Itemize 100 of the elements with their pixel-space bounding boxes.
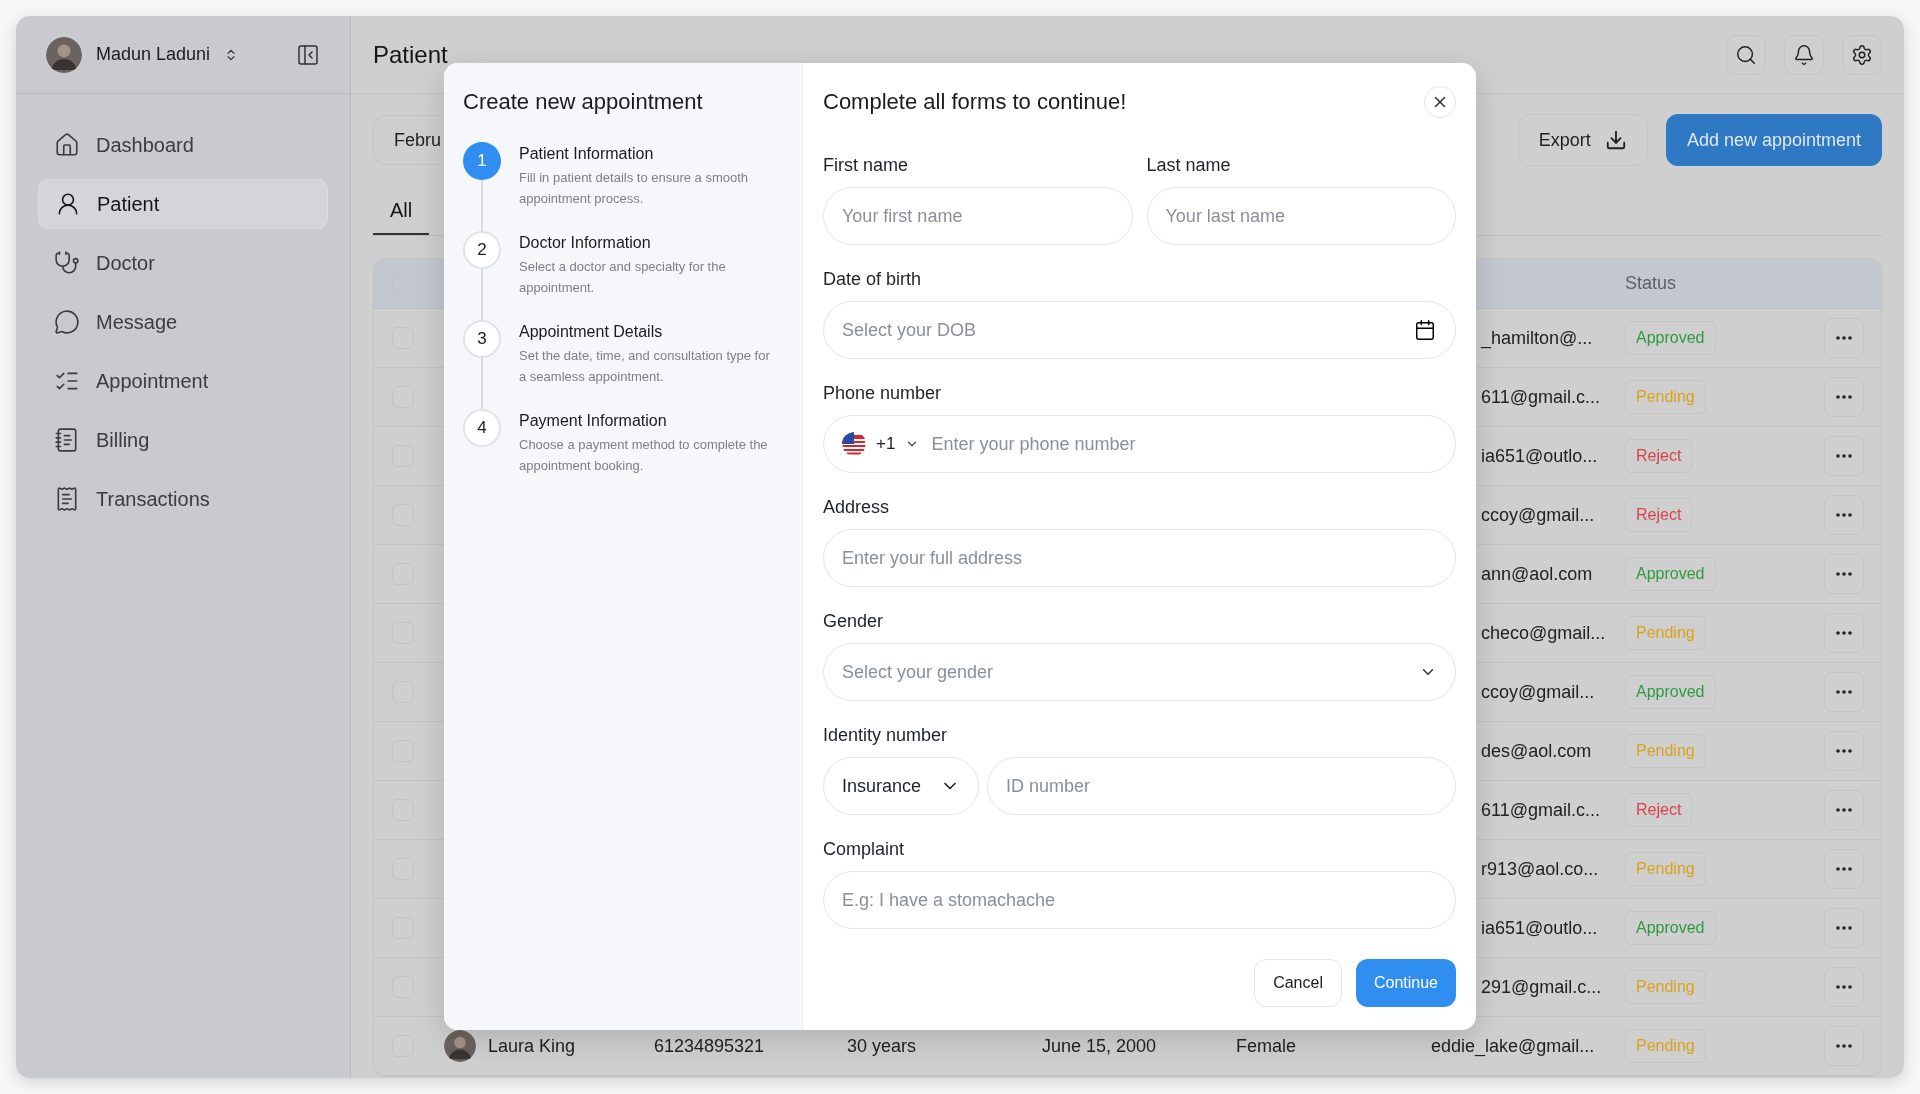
ellipsis-icon bbox=[1835, 631, 1852, 635]
stethoscope-icon bbox=[54, 250, 80, 276]
table-cell: 61234895321 bbox=[654, 1035, 765, 1056]
status-badge: Approved bbox=[1625, 321, 1716, 355]
form-title: Complete all forms to continue! bbox=[823, 88, 1127, 116]
table-cell: ia651@outlo... bbox=[1481, 445, 1598, 466]
field-label: Phone number bbox=[823, 382, 943, 404]
status-badge: Pending bbox=[1625, 734, 1706, 768]
nav-item[interactable]: Transactions bbox=[38, 474, 328, 524]
last-name-field[interactable]: Your last name bbox=[1146, 187, 1456, 245]
patient-avatar bbox=[444, 1030, 476, 1062]
table-cell: 611@gmail.c... bbox=[1481, 386, 1600, 407]
tab[interactable]: All bbox=[373, 195, 430, 235]
ellipsis-icon bbox=[1835, 513, 1852, 517]
ellipsis-icon bbox=[1835, 985, 1852, 989]
step-title: Appointment Details bbox=[519, 322, 664, 342]
add-appointment-button[interactable]: Add new appointment bbox=[1665, 114, 1882, 166]
more-button[interactable] bbox=[1823, 554, 1864, 594]
more-button[interactable] bbox=[1823, 790, 1864, 830]
status-badge: Approved bbox=[1625, 675, 1716, 709]
table-cell-text: Laura King bbox=[488, 1034, 576, 1058]
ellipsis-icon bbox=[1835, 336, 1852, 340]
ellipsis-icon bbox=[1835, 395, 1852, 399]
table-cell: 291@gmail.c... bbox=[1481, 976, 1602, 997]
more-button[interactable] bbox=[1823, 1026, 1864, 1066]
ellipsis-icon bbox=[1835, 749, 1852, 753]
flag-icon bbox=[842, 432, 866, 456]
field-label: Complaint bbox=[823, 838, 906, 860]
status-badge: Pending bbox=[1625, 1029, 1706, 1063]
dialog-title: Create new appointment bbox=[463, 88, 704, 116]
ellipsis-icon bbox=[1835, 454, 1852, 458]
step-description: Set the date, time, and consultation type for a seamless appointment. bbox=[519, 347, 771, 386]
step-description: Select a doctor and specialty for the appointment. bbox=[519, 258, 727, 297]
calendar-icon[interactable] bbox=[1414, 319, 1436, 341]
nav-item[interactable]: Doctor bbox=[38, 238, 328, 288]
table-cell: ccoy@gmail... bbox=[1481, 504, 1595, 525]
export-button[interactable]: Export bbox=[1517, 114, 1648, 166]
cancel-button[interactable]: Cancel bbox=[1254, 959, 1342, 1007]
status-badge: Pending bbox=[1625, 616, 1706, 650]
field-label: First name bbox=[823, 154, 910, 176]
table-cell: eddie_lake@gmail... bbox=[1431, 1035, 1595, 1056]
field-label: Date of birth bbox=[823, 268, 923, 290]
more-button[interactable] bbox=[1823, 613, 1864, 653]
search-icon bbox=[1735, 43, 1757, 66]
more-button[interactable] bbox=[1823, 436, 1864, 476]
nav-item[interactable]: Dashboard bbox=[38, 120, 328, 170]
step-title: Doctor Information bbox=[519, 233, 652, 253]
download-icon bbox=[1604, 129, 1627, 151]
complaint-field[interactable]: E.g: I have a stomachache bbox=[823, 871, 1456, 929]
nav-item[interactable]: Patient bbox=[38, 179, 328, 229]
more-button[interactable] bbox=[1823, 967, 1864, 1007]
more-button[interactable] bbox=[1823, 672, 1864, 712]
status-badge: Pending bbox=[1625, 380, 1706, 414]
date-of-birth-field[interactable]: Select your DOB bbox=[823, 301, 1456, 359]
status-badge: Pending bbox=[1625, 852, 1706, 886]
more-button[interactable] bbox=[1823, 318, 1864, 358]
status-badge: Reject bbox=[1625, 439, 1693, 473]
step-number: 3 bbox=[463, 320, 501, 358]
table-cell: Female bbox=[1236, 1035, 1297, 1056]
id-number-field[interactable]: ID number bbox=[987, 757, 1456, 815]
table-cell: r913@aol.co... bbox=[1481, 858, 1599, 879]
bell-icon bbox=[1793, 43, 1815, 66]
nav-item[interactable]: Billing bbox=[38, 415, 328, 465]
notifications-button[interactable] bbox=[1784, 34, 1824, 75]
address-field[interactable]: Enter your full address bbox=[823, 529, 1456, 587]
avatar bbox=[46, 36, 82, 73]
status-badge: Approved bbox=[1625, 911, 1716, 945]
first-name-field[interactable]: Your first name bbox=[823, 187, 1133, 245]
search-button[interactable] bbox=[1726, 34, 1766, 75]
step-number: 4 bbox=[463, 409, 501, 447]
step-title: Patient Information bbox=[519, 144, 655, 164]
ellipsis-icon bbox=[1835, 572, 1852, 576]
country-code[interactable]: +1 bbox=[876, 431, 896, 457]
chat-bubble-icon bbox=[54, 309, 80, 335]
more-button[interactable] bbox=[1823, 377, 1864, 417]
user-name[interactable]: Madun Laduni bbox=[96, 41, 211, 68]
nav-item[interactable]: Appointment bbox=[38, 356, 328, 406]
field-label: Gender bbox=[823, 610, 885, 632]
phone-number-field[interactable]: +1 Enter your phone number bbox=[823, 415, 1456, 473]
field-label: Address bbox=[823, 496, 891, 518]
more-button[interactable] bbox=[1823, 731, 1864, 771]
more-button[interactable] bbox=[1823, 495, 1864, 535]
field-label: Last name bbox=[1146, 154, 1232, 176]
status-badge: Reject bbox=[1625, 793, 1693, 827]
home-icon bbox=[54, 132, 80, 158]
settings-button[interactable] bbox=[1842, 34, 1882, 75]
status-badge: Reject bbox=[1625, 498, 1693, 532]
more-button[interactable] bbox=[1823, 908, 1864, 948]
field-label: Identity number bbox=[823, 724, 949, 746]
nav-item[interactable]: Message bbox=[38, 297, 328, 347]
table-cell: 30 years bbox=[847, 1035, 917, 1056]
identity-type-select[interactable]: Insurance bbox=[823, 757, 979, 815]
collapse-sidebar-icon[interactable] bbox=[296, 42, 320, 67]
ellipsis-icon bbox=[1835, 926, 1852, 930]
ellipsis-icon bbox=[1835, 690, 1852, 694]
more-button[interactable] bbox=[1823, 849, 1864, 889]
ellipsis-icon bbox=[1835, 867, 1852, 871]
ellipsis-icon bbox=[1835, 1044, 1852, 1048]
step-number: 2 bbox=[463, 231, 501, 269]
page-title: Patient bbox=[373, 39, 448, 70]
